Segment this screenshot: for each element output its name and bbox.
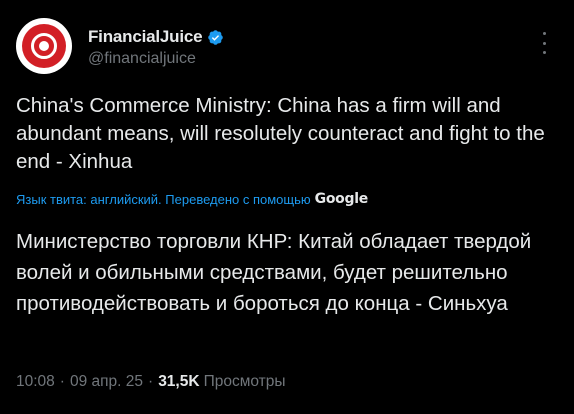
tweet-text: China's Commerce Ministry: China has a f… [16,94,545,173]
translation-notice: Язык твита: английский. Переведено с пом… [16,191,311,207]
meta-separator: · [148,373,154,390]
avatar[interactable] [16,18,72,74]
author-handle[interactable]: @financialjuice [88,50,196,68]
views-label: Просмотры [203,373,286,390]
tweet-time[interactable]: 10:08 [16,373,55,391]
google-logo-icon: Google [314,191,369,207]
verified-badge-icon [208,29,224,45]
tweet-card: FinancialJuice @financialjuice China's C… [0,0,574,414]
views-count[interactable]: 31,5K [158,373,199,391]
translated-text: Министерство торговли КНР: Китай обладае… [16,230,532,315]
avatar-logo [22,24,66,68]
more-options-icon[interactable] [536,32,552,54]
author-display-name[interactable]: FinancialJuice [88,27,203,47]
translation-notice-row[interactable]: Язык твита: английский. Переведено с пом… [16,191,368,207]
meta-separator: · [59,373,65,390]
tweet-meta-row: 10:08 · 09 апр. 25 · 31,5K Просмотры [16,373,286,391]
author-name-row: FinancialJuice [88,27,224,47]
tweet-date[interactable]: 09 апр. 25 [70,373,143,391]
